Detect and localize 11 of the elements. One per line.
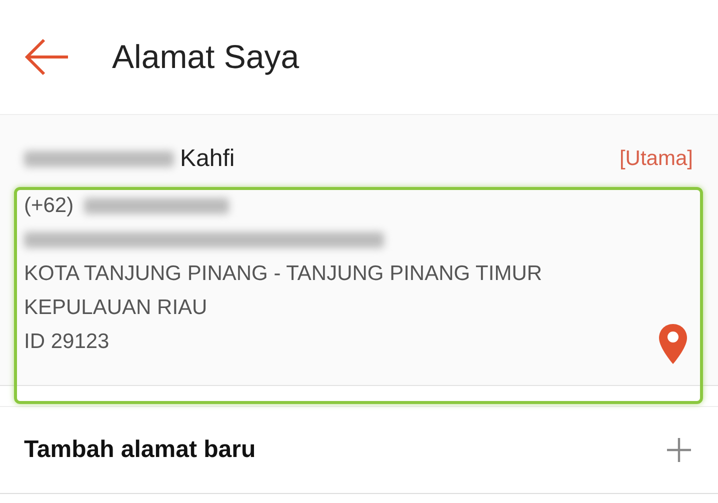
page-title: Alamat Saya [112, 38, 300, 76]
back-icon[interactable] [24, 37, 70, 77]
add-address-row[interactable]: Tambah alamat baru [0, 407, 718, 493]
plus-icon [666, 437, 692, 463]
address-line: ID 29123 [24, 329, 110, 355]
location-pin-icon[interactable] [658, 323, 688, 365]
recipient-name: Kahfi [180, 145, 235, 173]
phone-prefix: (+62) [24, 193, 74, 219]
primary-label: [Utama] [619, 147, 693, 171]
address-line: KEPULAUAN RIAU [24, 295, 208, 321]
address-line: KOTA TANJUNG PINANG - TANJUNG PINANG TIMUR [24, 261, 542, 287]
